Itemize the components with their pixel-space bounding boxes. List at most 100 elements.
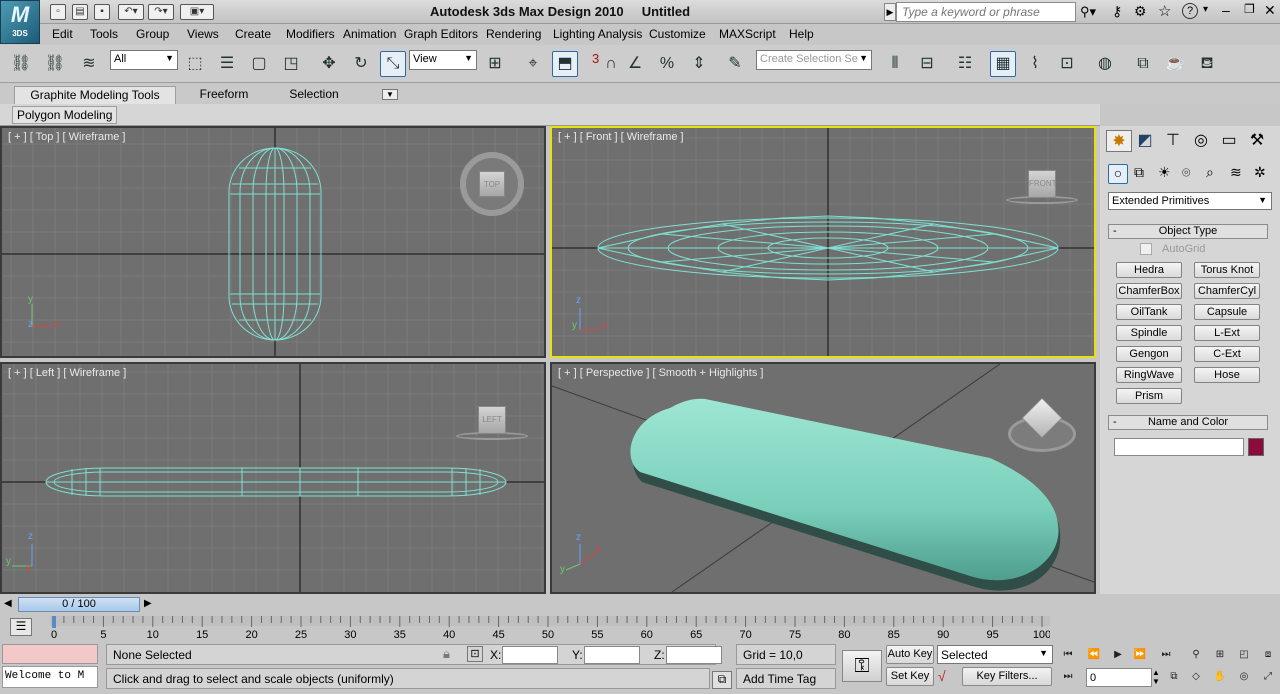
graphite-toggle-icon[interactable]: ▦ (990, 51, 1016, 77)
ringwave-button[interactable]: RingWave (1116, 367, 1182, 383)
key-mode-toggle-icon[interactable]: ⏭ (1060, 669, 1076, 685)
field-of-view-icon[interactable]: ◇ (1188, 669, 1204, 685)
menu-maxscript[interactable]: MAXScript (719, 27, 776, 41)
next-frame-icon[interactable]: ⏩ (1132, 647, 1148, 663)
viewport-perspective[interactable]: [ + ] [ Perspective ] [ Smooth + Highlig… (550, 362, 1096, 594)
time-slider-prev-icon[interactable]: ◀ (4, 598, 12, 609)
material-editor-icon[interactable]: ◍ (1092, 51, 1118, 77)
select-and-scale-icon[interactable]: ⤡ (380, 51, 406, 77)
bind-space-warp-icon[interactable]: ≋ (76, 51, 102, 77)
project-folder-icon[interactable]: ▣▾ (180, 4, 214, 20)
selection-filter-dropdown[interactable]: All ▼ (110, 50, 178, 70)
menu-lighting-analysis[interactable]: Lighting Analysis (553, 27, 642, 41)
menu-animation[interactable]: Animation (343, 27, 396, 41)
time-slider-next-icon[interactable]: ▶ (144, 598, 152, 609)
set-key-button[interactable]: Set Key (886, 667, 934, 686)
viewport-top[interactable]: [ + ] [ Top ] [ Wireframe ] y x z TOP (0, 126, 546, 358)
orbit-icon[interactable]: ◎ (1236, 669, 1252, 685)
zoom-all-icon[interactable]: ⊞ (1212, 647, 1228, 663)
mirror-icon[interactable]: ⫴ (882, 51, 908, 77)
viewport-perspective-label[interactable]: [ + ] [ Perspective ] [ Smooth + Highlig… (558, 367, 763, 379)
new-file-icon[interactable]: ▫ (50, 4, 66, 20)
viewport-left[interactable]: [ + ] [ Left ] [ Wireframe ] z y x LEFT (0, 362, 546, 594)
pivot-center-icon[interactable]: ⊞ (482, 51, 508, 77)
name-and-color-rollout[interactable]: Name and Color - (1108, 415, 1268, 430)
infocenter-binoculars-icon[interactable]: ⚲▾ (1080, 4, 1096, 20)
pan-view-icon[interactable]: ✋ (1212, 669, 1228, 685)
frame-spinner-icon[interactable]: ▲ ▼ (1152, 668, 1160, 686)
search-expand-icon[interactable]: ▶ (884, 3, 896, 21)
render-production-icon[interactable]: ⛾ (1194, 51, 1220, 77)
display-tab-icon[interactable]: ▭ (1216, 130, 1242, 152)
viewport-left-label[interactable]: [ + ] [ Left ] [ Wireframe ] (8, 367, 126, 379)
tab-selection[interactable]: Selection (276, 86, 352, 104)
set-key-mode-key-icon[interactable]: ⚿ (842, 650, 882, 682)
ribbon-options-icon[interactable]: ▼ (382, 89, 398, 100)
default-tangent-icon[interactable]: √ (938, 668, 946, 684)
shapes-icon[interactable]: ⧉ (1134, 164, 1144, 181)
key-mode-dropdown[interactable]: Selected ▼ (937, 645, 1053, 664)
create-tab-icon[interactable]: ✸ (1106, 130, 1132, 152)
autogrid-checkbox[interactable] (1140, 243, 1152, 255)
window-crossing-icon[interactable]: ◳ (278, 51, 304, 77)
redo-icon[interactable]: ↷▾ (148, 4, 174, 20)
object-type-rollout[interactable]: Object Type - (1108, 224, 1268, 239)
viewport-front-label[interactable]: [ + ] [ Front ] [ Wireframe ] (558, 131, 684, 143)
unlink-icon[interactable]: ⛓ (42, 51, 68, 77)
key-filters-button[interactable]: Key Filters... (962, 667, 1052, 686)
viewcube-ring[interactable]: TOP (460, 152, 524, 216)
layer-manager-icon[interactable]: ☷ (952, 51, 978, 77)
align-icon[interactable]: ⊟ (914, 51, 940, 77)
oiltank-button[interactable]: OilTank (1116, 304, 1182, 320)
modify-tab-icon[interactable]: ◩ (1132, 130, 1158, 152)
reference-coordinate-dropdown[interactable]: View ▼ (409, 50, 477, 70)
torus-knot-button[interactable]: Torus Knot (1194, 262, 1260, 278)
render-setup-icon[interactable]: ⧉ (1130, 51, 1156, 77)
tab-freeform[interactable]: Freeform (186, 86, 262, 104)
select-and-rotate-icon[interactable]: ↻ (348, 51, 374, 77)
hose-button[interactable]: Hose (1194, 367, 1260, 383)
current-frame-field[interactable] (1086, 668, 1152, 687)
percent-snap-icon[interactable]: % (654, 51, 680, 77)
maxscript-mini-listener[interactable]: Welcome to M (2, 666, 98, 688)
hedra-button[interactable]: Hedra (1116, 262, 1182, 278)
menu-graph-editors[interactable]: Graph Editors (404, 27, 478, 41)
menu-create[interactable]: Create (235, 27, 271, 41)
angle-snap-icon[interactable]: ∠ (622, 51, 648, 77)
select-by-name-icon[interactable]: ☰ (214, 51, 240, 77)
menu-edit[interactable]: Edit (52, 27, 73, 41)
maxscript-listener-output[interactable] (2, 644, 98, 664)
primitive-category-dropdown[interactable]: Extended Primitives ▼ (1108, 192, 1272, 210)
play-icon[interactable]: ▶ (1110, 647, 1126, 663)
selection-lock-icon[interactable]: 🔒︎ (443, 646, 450, 662)
select-and-move-icon[interactable]: ✥ (316, 51, 342, 77)
subscription-icon[interactable]: ⚷ (1112, 3, 1122, 20)
select-and-manipulate-icon[interactable]: ⌖ (520, 51, 546, 77)
tab-graphite-modeling-tools[interactable]: Graphite Modeling Tools (14, 86, 176, 104)
curve-editor-icon[interactable]: ⌇ (1022, 51, 1048, 77)
object-color-swatch[interactable] (1248, 438, 1264, 456)
application-button[interactable]: M 3DS (0, 0, 40, 44)
viewcube[interactable]: LEFT (478, 406, 506, 434)
spinner-snap-icon[interactable]: ⇕ (686, 51, 712, 77)
zoom-icon[interactable]: ⚲ (1188, 647, 1204, 663)
undo-icon[interactable]: ↶▾ (118, 4, 144, 20)
x-coordinate-field[interactable] (502, 646, 558, 664)
add-time-tag[interactable]: Add Time Tag (736, 668, 836, 689)
save-icon[interactable]: ▪ (94, 4, 110, 20)
schematic-view-icon[interactable]: ⊡ (1054, 51, 1080, 77)
tab-polygon-modeling[interactable]: Polygon Modeling (12, 106, 118, 124)
auto-key-button[interactable]: Auto Key (886, 645, 934, 664)
keyboard-shortcut-override-icon[interactable]: ⬒ (552, 51, 578, 77)
close-icon[interactable]: ✕ (1264, 2, 1276, 19)
zoom-extents-icon[interactable]: ◰ (1236, 647, 1252, 663)
rendered-frame-window-icon[interactable]: ☕ (1162, 51, 1188, 77)
favorites-star-icon[interactable]: ☆ (1158, 2, 1171, 20)
go-to-start-icon[interactable]: ⏮ (1060, 647, 1076, 663)
communication-center-icon[interactable]: ⚙ (1134, 3, 1147, 20)
zoom-extents-all-icon[interactable]: ⧈ (1260, 647, 1276, 663)
viewport-front[interactable]: [ + ] [ Front ] [ Wireframe ] z x y FRON… (550, 126, 1096, 358)
track-ruler[interactable]: 0 5 10 15 20 25 30 35 40 45 50 55 60 65 70 75 80 85 90 95 10… (50, 614, 1050, 642)
helpers-icon[interactable]: ⌕ (1206, 164, 1214, 181)
viewport-top-label[interactable]: [ + ] [ Top ] [ Wireframe ] (8, 131, 125, 143)
